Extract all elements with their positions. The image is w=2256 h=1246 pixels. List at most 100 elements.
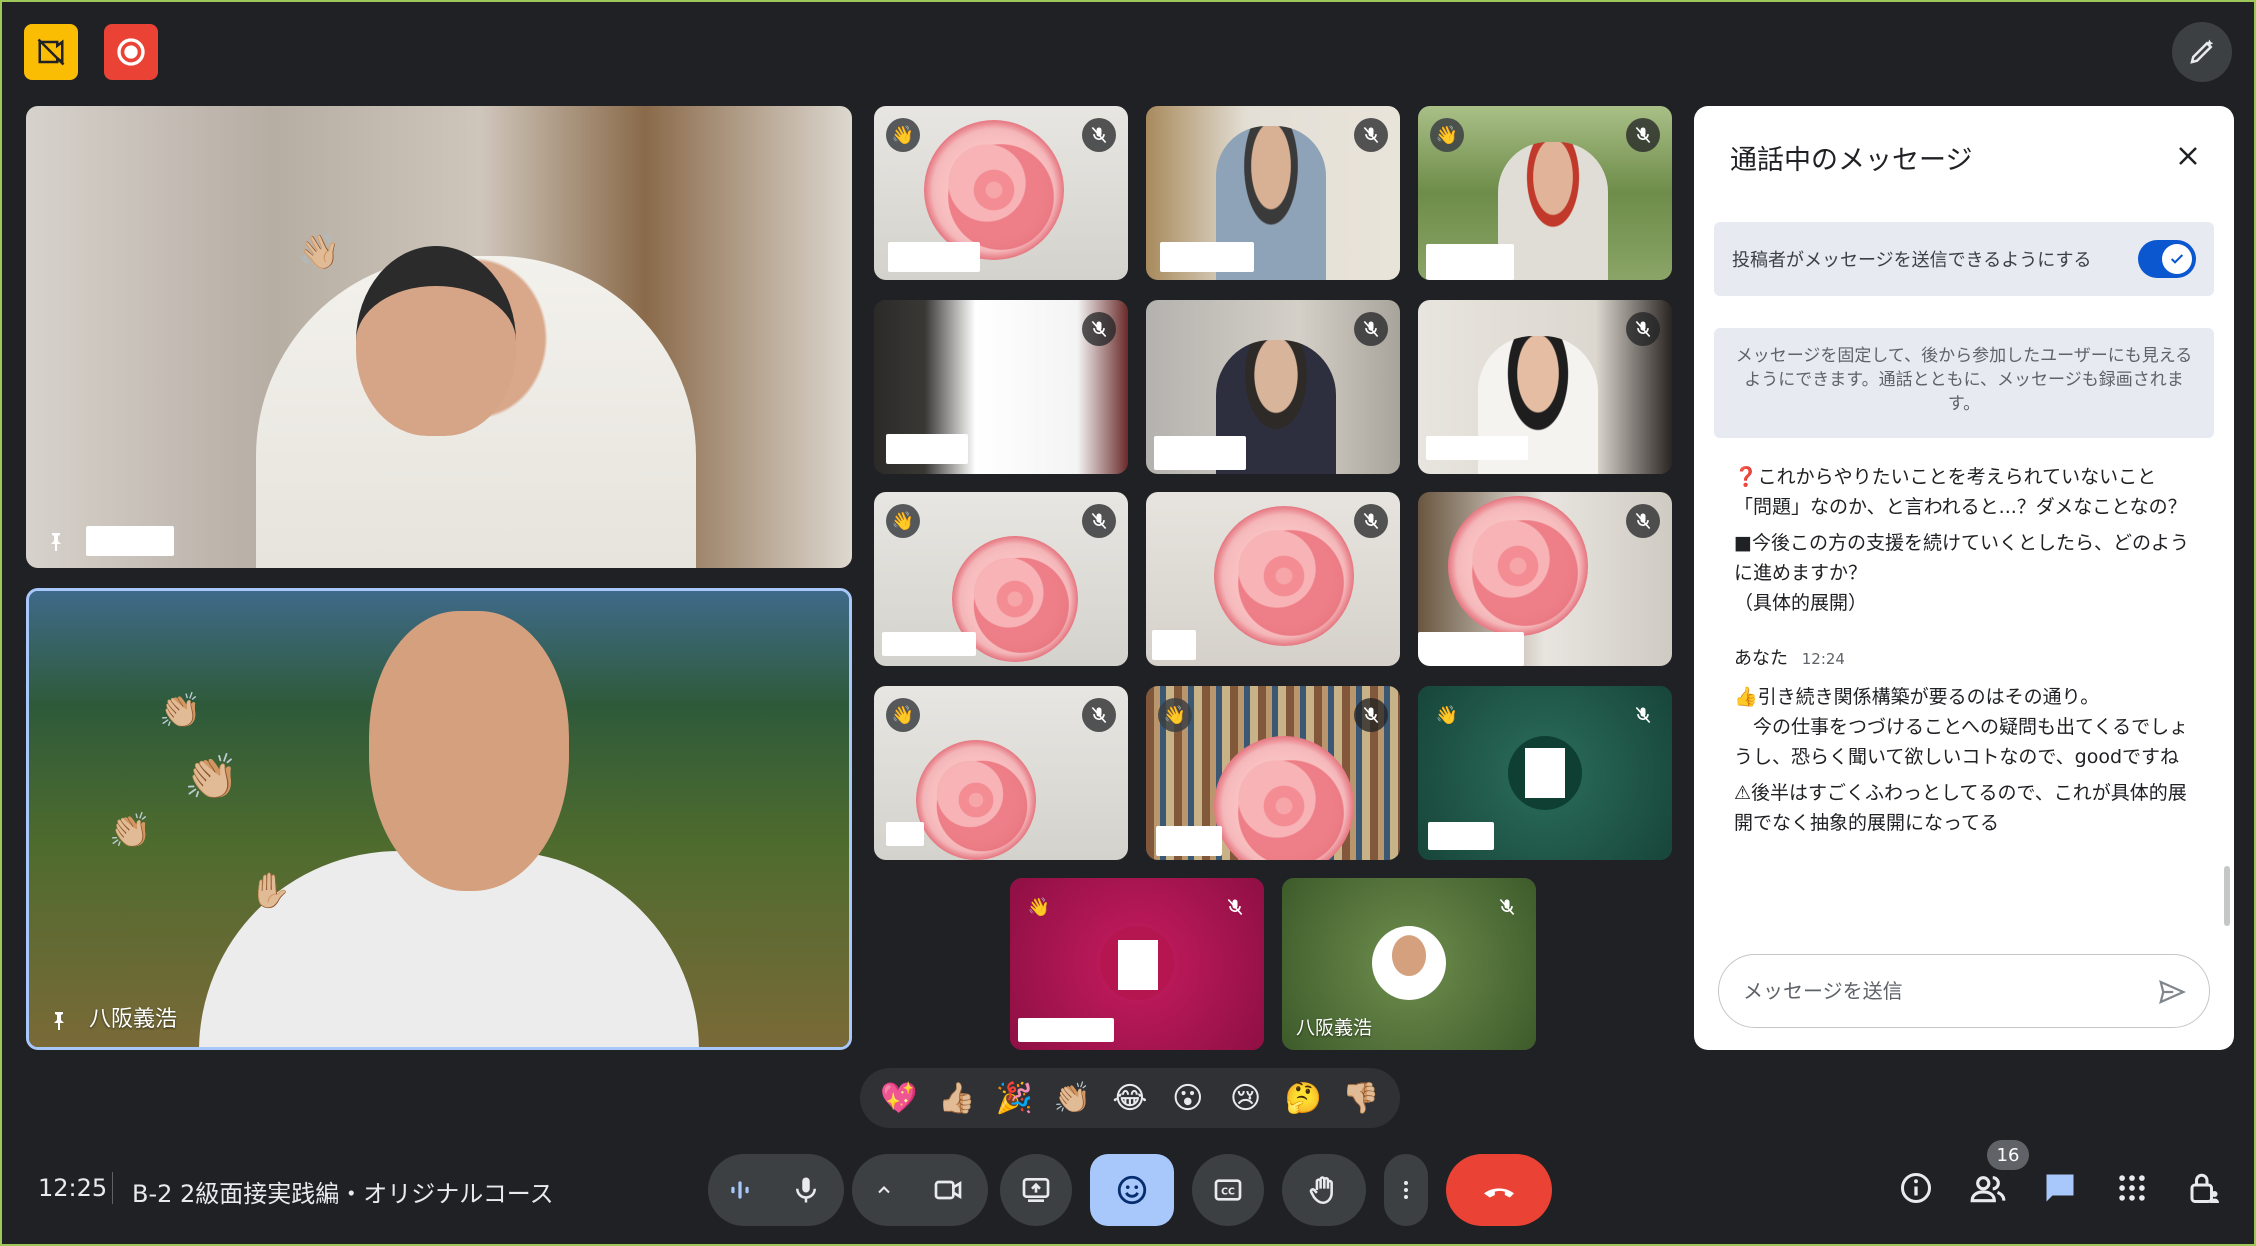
reaction-party[interactable]: 🎉 — [988, 1072, 1040, 1124]
pin-icon — [51, 533, 61, 551]
name-mask — [1152, 630, 1196, 660]
close-panel-button[interactable] — [2170, 138, 2206, 174]
pin-icon — [54, 1012, 64, 1030]
raised-hand-icon: 👋 — [1435, 704, 1459, 726]
flower-avatar-overlay — [1448, 496, 1588, 636]
mic-off-icon — [1354, 312, 1388, 346]
raised-hand-icon: 👋 — [886, 504, 920, 538]
people-button[interactable] — [1968, 1168, 2008, 1208]
meeting-title: B-2 2級面接実践編・オリジナルコース — [132, 1180, 554, 1208]
annotate-button[interactable] — [2172, 22, 2232, 82]
raised-hand-icon: 👋 — [886, 118, 920, 152]
meeting-details-button[interactable] — [1896, 1168, 1936, 1208]
people-icon — [1970, 1176, 2006, 1203]
participant-head — [356, 246, 516, 436]
chevron-up-icon — [878, 1186, 890, 1194]
chat-icon — [2046, 1174, 2074, 1202]
participant-tile[interactable] — [874, 300, 1128, 474]
participant-head — [369, 611, 569, 891]
record-icon — [117, 38, 145, 66]
flower-avatar-overlay — [1214, 506, 1354, 646]
camera-button[interactable] — [912, 1154, 984, 1226]
pin-message-info: メッセージを固定して、後から参加したユーザーにも見えるようにできます。通話ととも… — [1714, 328, 2214, 438]
more-options-button[interactable] — [1384, 1154, 1428, 1226]
message-sender: あなた — [1734, 648, 1788, 669]
name-mask — [1156, 826, 1222, 856]
participant-tile[interactable] — [1418, 492, 1672, 666]
host-controls-button[interactable] — [2184, 1168, 2224, 1208]
reaction-surprised[interactable]: 😮 — [1162, 1072, 1214, 1124]
participant-tile[interactable]: 八阪義浩 — [1282, 878, 1536, 1050]
participant-tile-main-bottom[interactable]: 👏🏼 👏🏼 ✋🏼 👏🏼 八阪義浩 — [26, 588, 852, 1050]
participant-tile[interactable] — [1146, 106, 1400, 280]
recording-button[interactable] — [104, 24, 158, 80]
reaction-clap[interactable]: 👏🏼 — [1046, 1072, 1098, 1124]
participant-tile[interactable]: 👋 — [874, 106, 1128, 280]
captions-button[interactable]: CC — [1192, 1154, 1264, 1226]
allow-messages-label: 投稿者がメッセージを送信できるようにする — [1732, 250, 2092, 271]
participant-tile[interactable]: 👋 — [1146, 686, 1400, 860]
more-vert-icon — [1404, 1181, 1408, 1199]
allow-messages-toggle[interactable] — [2138, 240, 2196, 278]
chat-button[interactable] — [2040, 1168, 2080, 1208]
mic-control-group — [708, 1154, 844, 1226]
name-mask — [86, 526, 174, 556]
participant-tile[interactable]: 👋 — [1418, 686, 1672, 860]
participant-tile[interactable]: 👋 — [1418, 106, 1672, 280]
present-screen-button[interactable] — [1000, 1154, 1072, 1226]
audio-level-icon — [731, 1181, 749, 1199]
clap-reaction-float: 👏🏼 — [184, 752, 239, 803]
microphone-button[interactable] — [770, 1154, 842, 1226]
participant-tile[interactable]: 👋 — [1010, 878, 1264, 1050]
chat-message: ■今後この方の支援を続けていくとしたら、どのように進めますか？ （具体的展開） — [1734, 532, 2189, 614]
microphone-icon — [796, 1177, 816, 1203]
participant-name: 八阪義浩 — [89, 1007, 178, 1032]
mic-off-icon — [1354, 118, 1388, 152]
svg-text:CC: CC — [1221, 1187, 1235, 1198]
mic-off-icon — [1626, 312, 1660, 346]
toggle-knob — [2162, 244, 2192, 274]
message-input[interactable] — [1743, 979, 2123, 1003]
reaction-thumbs-up[interactable]: 👍🏼 — [931, 1072, 983, 1124]
send-icon[interactable] — [2157, 977, 2187, 1007]
raise-hand-button[interactable] — [1282, 1154, 1366, 1226]
reaction-thumbs-down[interactable]: 👎🏼 — [1335, 1072, 1387, 1124]
audio-level-button[interactable] — [710, 1154, 770, 1226]
reactions-bar: 💖 👍🏼 🎉 👏🏼 😂 😮 😢 🤔 👎🏼 — [860, 1068, 1400, 1128]
mic-off-icon — [1354, 504, 1388, 538]
name-mask — [888, 242, 980, 272]
participant-tile[interactable]: 👋 — [874, 492, 1128, 666]
mic-off-icon — [1626, 698, 1660, 732]
participant-tile-main-top[interactable]: 👋🏼 — [26, 106, 852, 568]
participant-tile[interactable]: 👋 — [874, 686, 1128, 860]
name-mask — [1018, 1018, 1114, 1042]
reaction-thinking[interactable]: 🤔 — [1277, 1072, 1329, 1124]
message-sender-row: あなた 12:24 — [1734, 644, 2194, 674]
mic-off-icon — [1082, 504, 1116, 538]
close-icon — [2179, 147, 2197, 165]
mic-off-icon — [1082, 312, 1116, 346]
visual-effects-off-button[interactable] — [24, 24, 78, 80]
camera-options-button[interactable] — [856, 1154, 912, 1226]
participant-count-badge: 16 — [1987, 1140, 2029, 1170]
reactions-button[interactable] — [1090, 1154, 1174, 1226]
chat-panel: 通話中のメッセージ 投稿者がメッセージを送信できるようにする メッセージを固定し… — [1694, 106, 2234, 1050]
reaction-sad[interactable]: 😢 — [1219, 1072, 1271, 1124]
message-time: 12:24 — [1801, 650, 1845, 668]
reaction-heart[interactable]: 💖 — [873, 1072, 925, 1124]
camera-icon — [934, 1180, 962, 1200]
chat-scrollbar[interactable] — [2224, 866, 2230, 926]
info-icon — [1901, 1173, 1931, 1203]
activities-button[interactable] — [2112, 1168, 2152, 1208]
clap-reaction-float: 👏🏼 — [159, 691, 202, 731]
reaction-laugh[interactable]: 😂 — [1104, 1072, 1156, 1124]
participant-tile[interactable] — [1146, 300, 1400, 474]
participant-tile[interactable] — [1418, 300, 1672, 474]
chat-panel-title: 通話中のメッセージ — [1730, 145, 1973, 176]
leave-call-button[interactable] — [1446, 1154, 1552, 1226]
participant-tile[interactable] — [1146, 492, 1400, 666]
raised-hand-icon: 👋 — [1027, 896, 1051, 918]
divider — [112, 1172, 113, 1204]
message-list[interactable]: ❓これからやりたいことを考えられていないこと「問題」なのか、と言われると...？… — [1734, 462, 2194, 844]
name-mask — [1426, 244, 1514, 280]
